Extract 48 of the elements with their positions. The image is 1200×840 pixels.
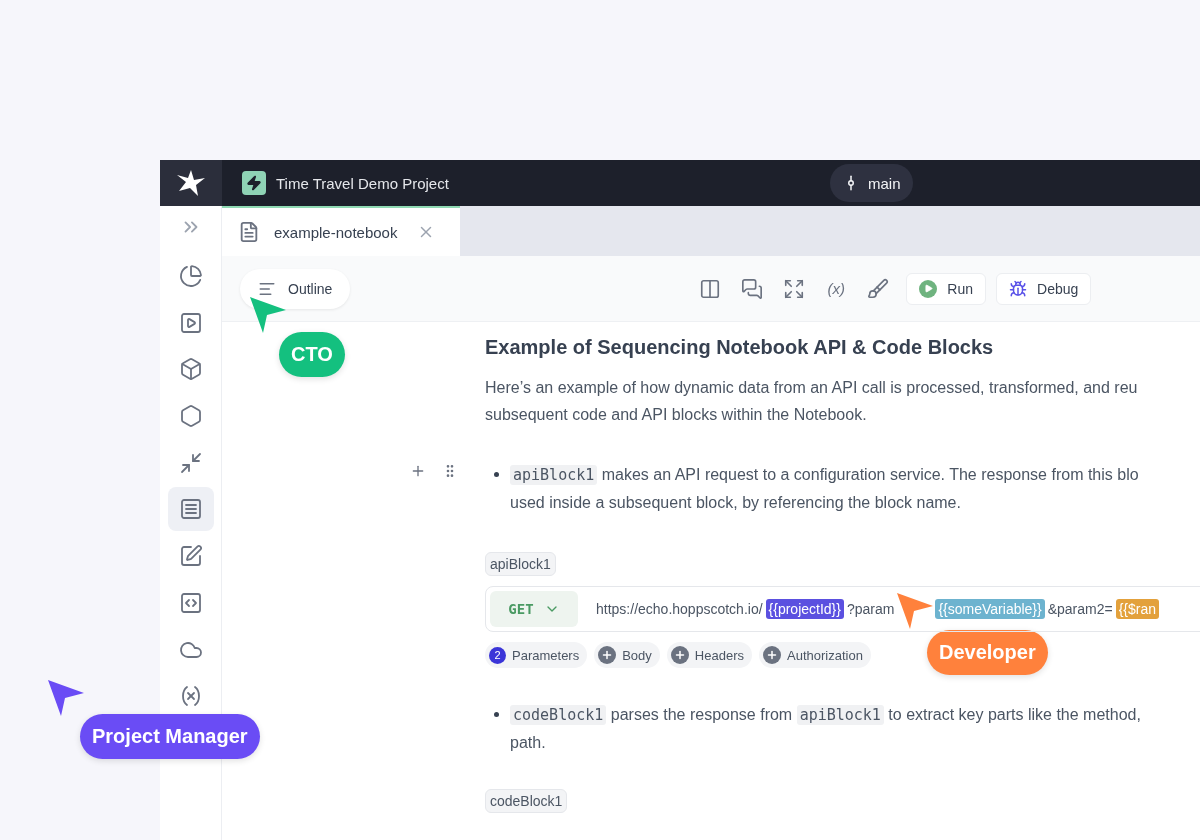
brush-icon (867, 277, 890, 300)
cube-icon (178, 357, 203, 382)
user-cursor-label: Project Manager (80, 714, 260, 759)
block-name: codeBlock1 (485, 789, 568, 813)
bullet-text: codeBlock1 parses the response from apiBlock1 to extract key parts like the method, (510, 701, 1200, 729)
request-tab[interactable]: Headers (666, 642, 752, 668)
bug-icon (1009, 279, 1028, 298)
plus-icon (670, 646, 689, 664)
request-tab[interactable]: Authorization (759, 642, 871, 668)
project-icon (242, 171, 266, 195)
sidebar-item[interactable] (167, 487, 214, 532)
bullet-dot (494, 712, 499, 717)
variables-button[interactable]: (x) (818, 270, 855, 307)
branch-button[interactable]: main (830, 164, 913, 202)
debug-button[interactable]: Debug (996, 272, 1092, 305)
plus-icon (763, 646, 781, 664)
bullet-dot (494, 472, 499, 477)
bullet-text: apiBlock1 makes an API request to a configuration service. The response from this blo (510, 461, 1200, 489)
intro-text: Here’s an example of how dynamic data from an API call is processed, transformed, and reu (485, 378, 1139, 398)
block-name: apiBlock1 (485, 552, 556, 576)
run-button[interactable]: Run (906, 272, 987, 305)
user-cursor-label: Developer (927, 630, 1048, 675)
shrink-icon (178, 450, 203, 475)
intro-text: subsequent code and API blocks within the Notebook. (485, 405, 868, 425)
request-tab[interactable]: 2 Parameters (485, 642, 588, 668)
outline-button[interactable]: Outline (240, 268, 351, 309)
project-name[interactable]: Time Travel Demo Project (276, 174, 449, 192)
bullet-text: path. (510, 733, 547, 753)
notebook-heading: Example of Sequencing Notebook API & Code Blocks (485, 336, 995, 359)
hexagon-icon (178, 404, 203, 429)
comments-icon (741, 277, 764, 300)
notebook-tab[interactable]: example-notebook (222, 206, 460, 256)
pen-icon (178, 544, 203, 569)
code-icon (178, 590, 203, 615)
pie-chart-icon (178, 264, 203, 288)
tab-label: example-notebook (274, 223, 398, 241)
plus-icon (598, 646, 617, 664)
panel-icon (699, 277, 722, 300)
url-field[interactable]: https://echo.hoppscotch.io/ {{projectId}} ?param {{someVariable}} &param2= {{$ran (596, 599, 1160, 619)
expand-icon (783, 277, 806, 300)
request-tab[interactable]: Body (594, 642, 660, 668)
notebook-icon (178, 497, 203, 522)
logo-icon (176, 169, 206, 197)
bullet-text: used inside a subsequent block, by referencing the block name. (510, 493, 962, 513)
play-icon (178, 310, 203, 335)
play-icon (919, 279, 938, 298)
add-icon[interactable] (410, 463, 426, 479)
notebook-icon (238, 221, 260, 243)
